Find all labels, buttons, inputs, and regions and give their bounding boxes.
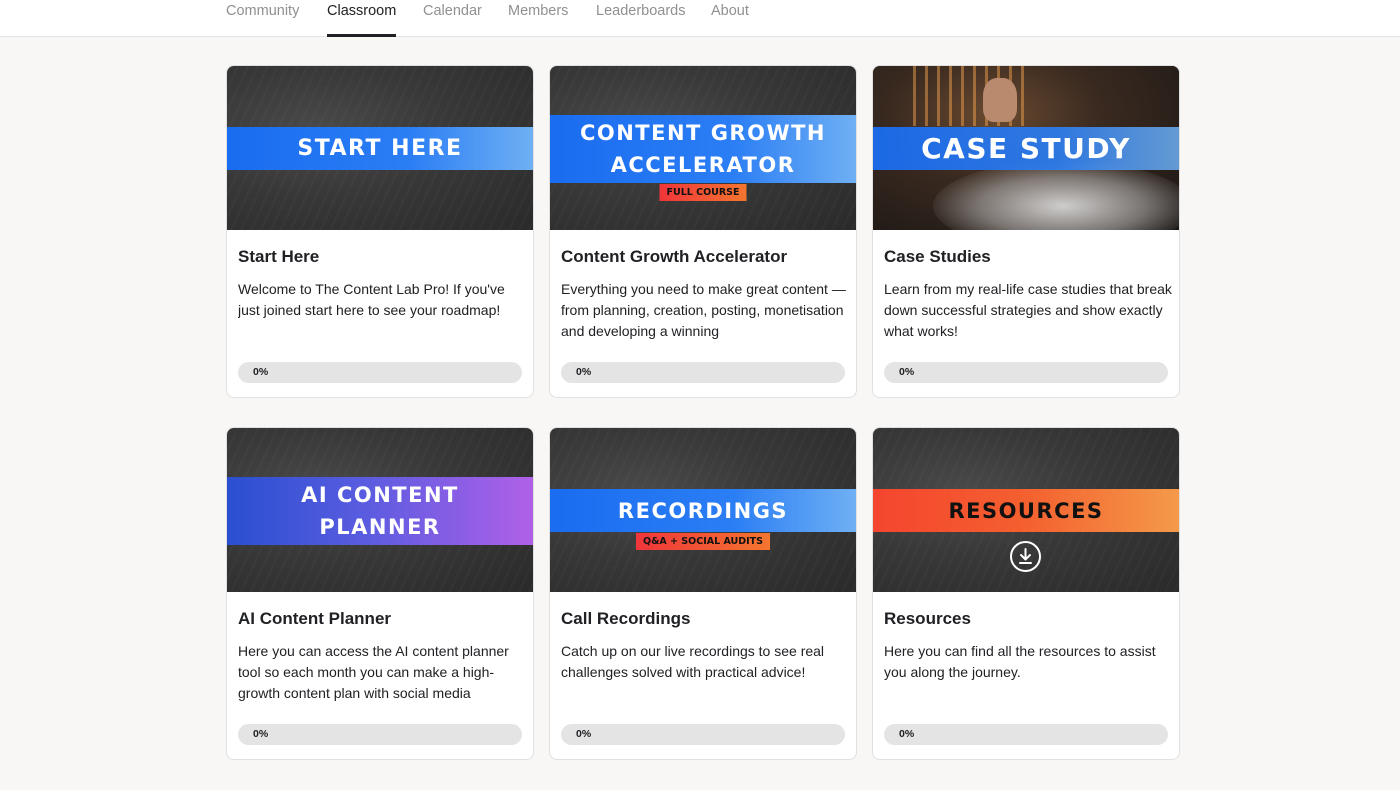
course-thumbnail: RECORDINGS Q&A + SOCIAL AUDITS (550, 428, 856, 592)
progress-bar: 0% (884, 362, 1168, 383)
thumbnail-text: CONTENT GROWTH (579, 121, 827, 145)
thumbnail-badge: Q&A + SOCIAL AUDITS (636, 533, 770, 550)
download-icon (1010, 541, 1041, 572)
course-title: Resources (884, 609, 971, 628)
tab-members[interactable]: Members (508, 3, 568, 37)
tab-calendar[interactable]: Calendar (423, 3, 482, 37)
course-description: Catch up on our live recordings to see r… (561, 643, 825, 680)
course-title: Case Studies (884, 247, 991, 266)
course-description: Here you can access the AI content plann… (238, 643, 509, 701)
progress-label: 0% (899, 366, 915, 378)
course-card-start-here[interactable]: START HERE Start Here Welcome to The Con… (226, 65, 534, 398)
course-thumbnail: RESOURCES (873, 428, 1179, 592)
course-card-ai-content-planner[interactable]: AI CONTENT PLANNER AI Content Planner He… (226, 427, 534, 760)
thumbnail-banner: CASE STUDY (873, 127, 1179, 170)
thumbnail-text: CASE STUDY (921, 132, 1131, 165)
course-card-content-growth-accelerator[interactable]: CONTENT GROWTH ACCELERATOR FULL COURSE C… (549, 65, 857, 398)
course-description: Here you can find all the resources to a… (884, 643, 1156, 680)
thumbnail-banner: RECORDINGS (550, 489, 856, 532)
course-thumbnail: CASE STUDY (873, 66, 1179, 230)
tab-leaderboards[interactable]: Leaderboards (596, 3, 686, 37)
course-thumbnail: CONTENT GROWTH ACCELERATOR FULL COURSE (550, 66, 856, 230)
course-description: Everything you need to make great conten… (561, 281, 846, 339)
thumbnail-badge: FULL COURSE (659, 184, 747, 201)
course-card-resources[interactable]: RESOURCES Resources Here you can find al… (872, 427, 1180, 760)
course-description: Welcome to The Content Lab Pro! If you'v… (238, 281, 505, 318)
thumbnail-text: RECORDINGS (617, 498, 789, 523)
progress-bar: 0% (238, 362, 522, 383)
progress-bar: 0% (884, 724, 1168, 745)
course-description: Learn from my real-life case studies tha… (884, 281, 1172, 339)
progress-label: 0% (253, 366, 269, 378)
course-title: Start Here (238, 247, 320, 266)
progress-bar: 0% (561, 362, 845, 383)
top-nav: Community Classroom Calendar Members Lea… (0, 0, 1400, 37)
thumbnail-banner: AI CONTENT PLANNER (227, 477, 533, 545)
thumbnail-banner: CONTENT GROWTH ACCELERATOR (550, 115, 856, 183)
course-card-call-recordings[interactable]: RECORDINGS Q&A + SOCIAL AUDITS Call Reco… (549, 427, 857, 760)
progress-bar: 0% (238, 724, 522, 745)
thumbnail-text: PLANNER (319, 515, 441, 539)
tab-classroom[interactable]: Classroom (327, 3, 397, 37)
progress-label: 0% (576, 728, 592, 740)
course-card-case-studies[interactable]: CASE STUDY Case Studies Learn from my re… (872, 65, 1180, 398)
course-thumbnail: AI CONTENT PLANNER (227, 428, 533, 592)
thumbnail-text: ACCELERATOR (610, 153, 796, 177)
tab-about[interactable]: About (711, 3, 749, 37)
thumbnail-banner: RESOURCES (873, 489, 1179, 532)
progress-label: 0% (253, 728, 269, 740)
thumbnail-text: AI CONTENT (301, 483, 459, 507)
thumbnail-text: START HERE (297, 136, 463, 161)
thumbnail-banner: START HERE (227, 127, 533, 170)
progress-bar: 0% (561, 724, 845, 745)
course-title: AI Content Planner (238, 609, 392, 628)
progress-label: 0% (576, 366, 592, 378)
progress-label: 0% (899, 728, 915, 740)
thumbnail-text: RESOURCES (948, 498, 1104, 523)
course-title: Call Recordings (561, 609, 691, 628)
course-title: Content Growth Accelerator (561, 247, 788, 266)
course-thumbnail: START HERE (227, 66, 533, 230)
tab-community[interactable]: Community (226, 3, 299, 37)
